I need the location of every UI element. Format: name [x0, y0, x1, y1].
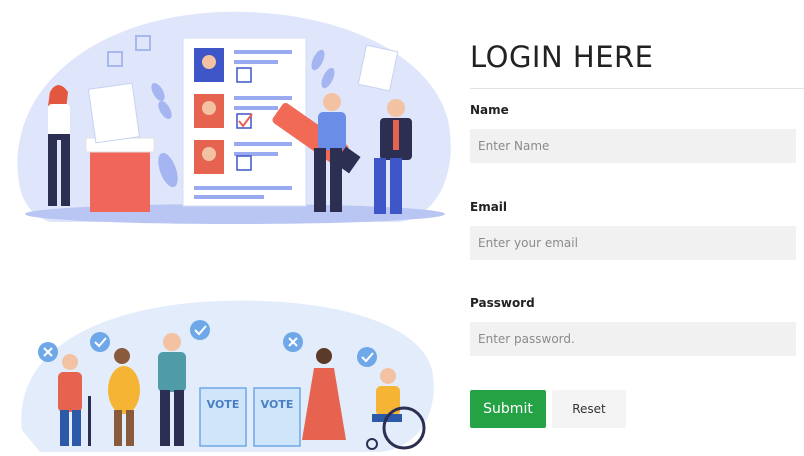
vote-box-1-label: VOTE [207, 398, 240, 411]
vote-box-1: VOTE [199, 387, 247, 447]
name-label: Name [470, 103, 509, 117]
illustration-panel: VOTE VOTE [0, 0, 460, 452]
email-input[interactable] [470, 226, 796, 260]
queue-scene: VOTE VOTE [21, 300, 434, 452]
voting-illustration: VOTE VOTE [17, 11, 451, 452]
ballot-box [90, 150, 150, 212]
password-label: Password [470, 296, 535, 310]
email-label: Email [470, 200, 508, 214]
name-input[interactable] [470, 129, 796, 163]
title-divider [470, 88, 804, 89]
password-input[interactable] [470, 322, 796, 356]
vote-box-2-label: VOTE [261, 398, 294, 411]
vote-box-2: VOTE [253, 387, 301, 447]
ballot-scene [17, 11, 451, 224]
submit-button[interactable]: Submit [470, 390, 546, 428]
login-title: LOGIN HERE [470, 40, 654, 74]
login-form: LOGIN HERE Name Email Password Submit Re… [470, 0, 804, 452]
reset-button[interactable]: Reset [552, 390, 626, 428]
